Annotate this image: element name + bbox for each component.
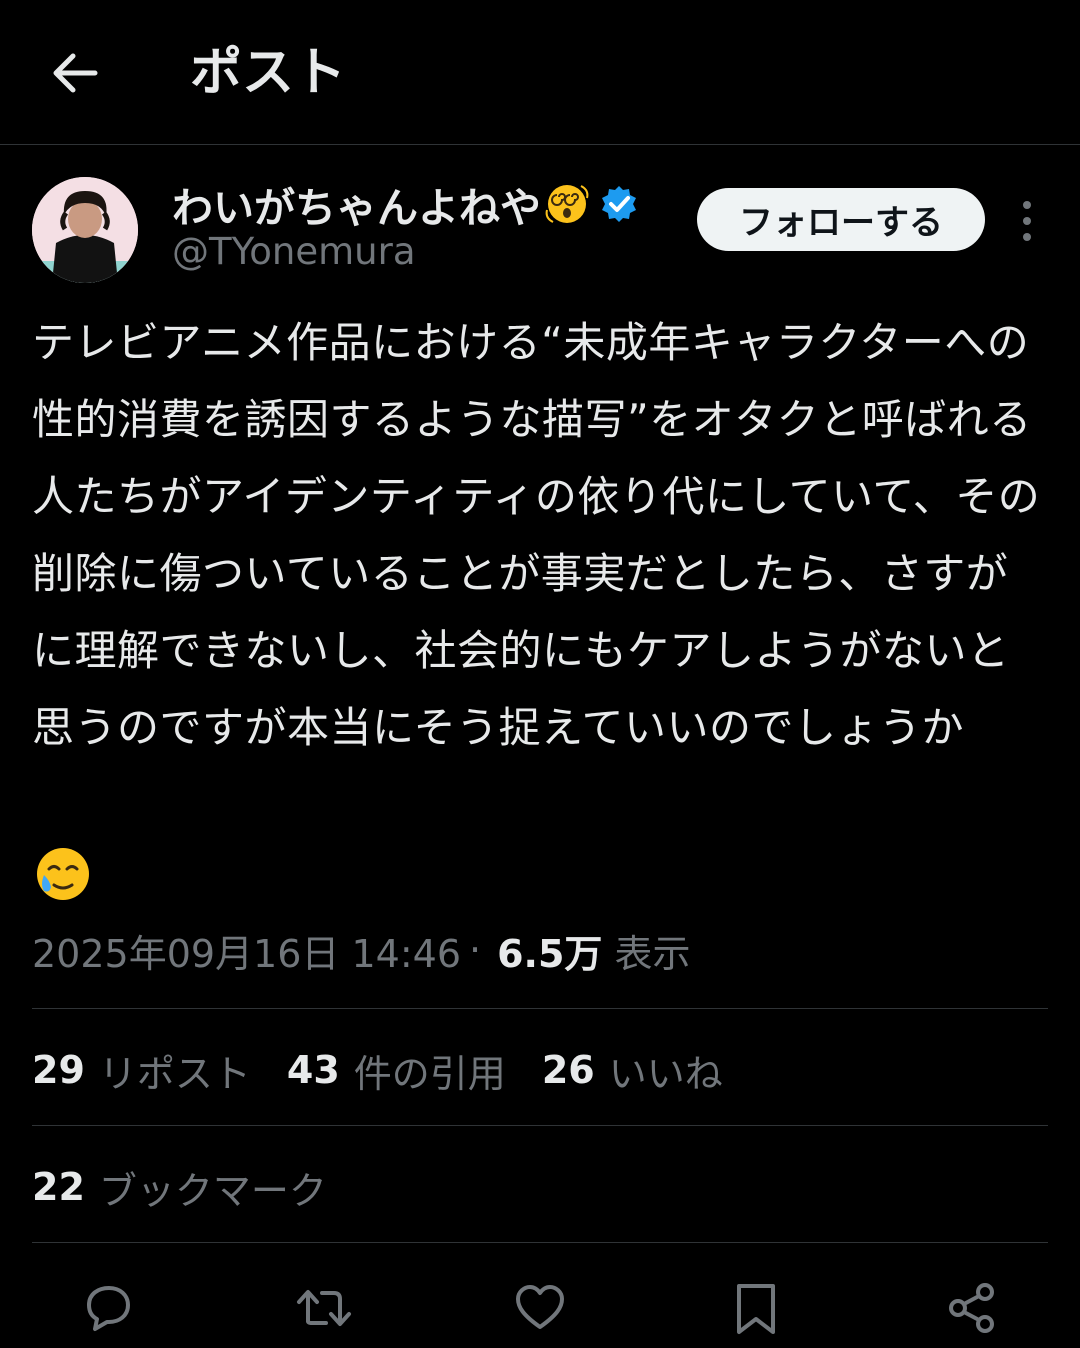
author-display-name[interactable]: わいがちゃんよねや	[172, 174, 541, 234]
face-holding-back-tears-icon	[34, 845, 92, 903]
divider	[32, 1242, 1048, 1243]
repost-icon	[297, 1290, 351, 1326]
avatar-image	[32, 177, 138, 283]
bookmarks-count: 22	[32, 1165, 85, 1209]
repost-button[interactable]	[294, 1278, 354, 1338]
reply-button[interactable]	[78, 1278, 138, 1338]
post-text: テレビアニメ作品における“未成年キャラクターへの性的消費を誘因するような描写”を…	[32, 318, 1041, 752]
action-bar	[0, 1270, 1080, 1348]
post-meta: 2025年09月16日 14:46 · 6.5万 表示	[32, 920, 690, 980]
like-button[interactable]	[510, 1278, 570, 1338]
quotes-count: 43	[286, 1048, 340, 1092]
bookmarks-label: ブックマーク	[98, 1168, 327, 1213]
arrow-left-icon	[53, 53, 98, 93]
likes-label: いいね	[608, 1051, 723, 1096]
post-timestamp[interactable]: 2025年09月16日 14:46	[32, 923, 461, 978]
author-handle[interactable]: @TYonemura	[172, 230, 416, 273]
reposts-stat[interactable]: 29 リポスト	[32, 1043, 251, 1098]
views-count: 6.5万	[497, 931, 603, 976]
bookmark-icon	[737, 1284, 775, 1334]
views-label: 表示	[614, 931, 691, 976]
likes-count: 26	[541, 1048, 595, 1092]
quotes-label: 件の引用	[353, 1051, 506, 1096]
reposts-label: リポスト	[98, 1051, 251, 1096]
likes-stat[interactable]: 26 いいね	[542, 1043, 723, 1098]
bookmarks-stat[interactable]: 22 ブックマーク	[32, 1157, 327, 1217]
reposts-count: 29	[32, 1048, 85, 1092]
page-title: ポスト	[190, 43, 347, 103]
quotes-stat[interactable]: 43 件の引用	[287, 1043, 506, 1098]
more-vertical-icon	[1023, 201, 1031, 241]
face-with-spiral-eyes-icon	[545, 182, 589, 226]
follow-button[interactable]: フォローする	[697, 188, 985, 251]
like-icon	[516, 1285, 564, 1329]
reply-icon	[87, 1286, 130, 1331]
more-options-button[interactable]	[1012, 196, 1042, 246]
bookmark-button[interactable]	[726, 1278, 786, 1338]
back-button[interactable]	[40, 40, 110, 106]
divider	[32, 1008, 1048, 1009]
avatar[interactable]	[32, 177, 138, 283]
engagement-stats: 29 リポスト 43 件の引用 26 いいね	[32, 1040, 759, 1100]
meta-separator: ·	[469, 928, 482, 972]
share-button[interactable]	[942, 1278, 1002, 1338]
verified-badge-icon	[599, 184, 639, 224]
author-name-row: わいがちゃんよねや	[172, 178, 639, 232]
top-bar: ポスト	[0, 0, 1080, 145]
divider	[32, 1125, 1048, 1126]
share-icon	[949, 1283, 994, 1333]
